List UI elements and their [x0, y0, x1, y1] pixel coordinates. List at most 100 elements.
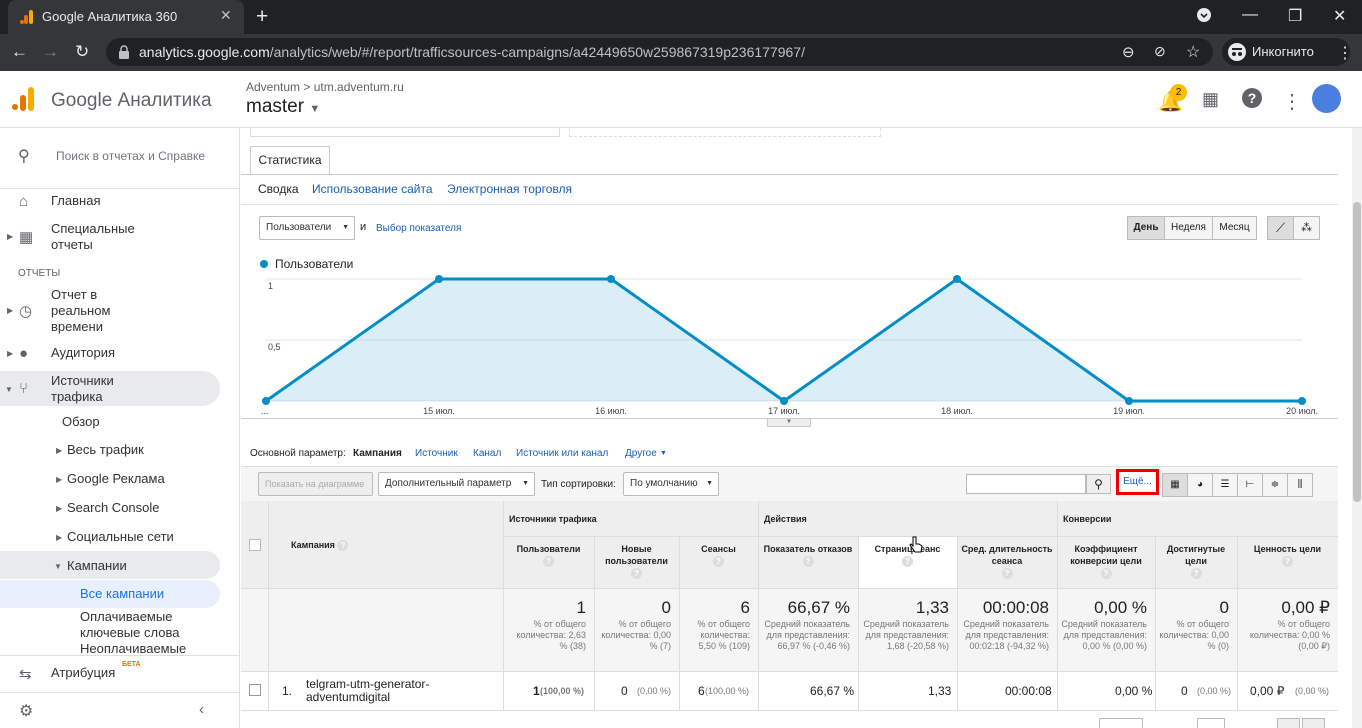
col-header[interactable]: Ценность цели?	[1241, 543, 1334, 567]
back-icon[interactable]: ←	[11, 42, 28, 62]
tab-search-icon[interactable]	[1197, 8, 1211, 27]
col-header[interactable]: Страниц/сеанс?	[862, 543, 953, 567]
metric-select[interactable]: Пользователи ▼	[259, 216, 355, 240]
zoom-icon[interactable]: ⊖	[1122, 43, 1135, 61]
data-point[interactable]	[953, 275, 961, 283]
eye-off-icon[interactable]: ⊘	[1154, 43, 1166, 60]
col-header[interactable]: Показатель отказов?	[762, 543, 854, 567]
sidebar-item-all-campaigns[interactable]: Все кампании	[80, 586, 164, 601]
next-page-button[interactable]	[1302, 718, 1325, 728]
help-icon[interactable]: ?	[802, 556, 814, 567]
sidebar-item-unpaid[interactable]: Неоплачиваемые	[80, 641, 186, 654]
sort-select[interactable]: По умолчанию ▼	[623, 472, 719, 496]
sidebar-item-overview[interactable]: Обзор	[62, 414, 100, 429]
row-checkbox[interactable]	[249, 684, 261, 696]
campaign-link[interactable]: telgram-utm-generator-adventumdigital	[306, 678, 486, 704]
help-icon[interactable]: ?	[713, 556, 724, 567]
subtab-site-usage[interactable]: Использование сайта	[312, 182, 433, 196]
period-month-button[interactable]: Месяц	[1212, 216, 1257, 240]
chart-resize-handle[interactable]: ▼	[767, 418, 811, 427]
plot-rows-button[interactable]: Показать на диаграмме	[258, 472, 373, 496]
help-icon[interactable]: ?	[543, 556, 554, 567]
help-icon[interactable]: ?	[631, 568, 642, 579]
tab-close-icon[interactable]: ✕	[220, 7, 232, 24]
help-icon[interactable]: ?	[1190, 568, 1202, 579]
dim-medium[interactable]: Канал	[473, 448, 501, 459]
new-tab-icon[interactable]: +	[256, 5, 268, 29]
data-point[interactable]	[1298, 397, 1306, 405]
data-point[interactable]	[607, 275, 615, 283]
help-icon[interactable]: ?	[337, 540, 349, 551]
sidebar-item-google-ads[interactable]: Google Реклама	[67, 471, 165, 486]
sidebar-item-home[interactable]: Главная	[51, 193, 100, 208]
more-vert-icon[interactable]: ⋮	[1282, 89, 1302, 114]
table-search-button[interactable]: ⚲	[1086, 474, 1111, 494]
sidebar-item-realtime[interactable]: Отчет в реальном времени	[51, 287, 141, 335]
tab-statistics[interactable]: Статистика	[250, 146, 330, 175]
choose-metric-link[interactable]: Выбор показателя	[376, 223, 461, 234]
col-header[interactable]: Сред. длительность сеанса?	[961, 543, 1053, 579]
help-icon[interactable]: ?	[1242, 88, 1262, 108]
data-point[interactable]	[435, 275, 443, 283]
segment-box[interactable]	[250, 128, 560, 137]
settings-gear-icon[interactable]: ⚙	[19, 701, 33, 721]
account-breadcrumb[interactable]: Adventum > utm.adventum.ru	[246, 80, 404, 94]
subtab-ecommerce[interactable]: Электронная торговля	[447, 182, 572, 196]
col-header[interactable]: Достигнутые цели?	[1159, 543, 1233, 579]
close-window-icon[interactable]: ✕	[1333, 6, 1346, 26]
view-performance-button[interactable]: ☰	[1212, 473, 1238, 497]
user-avatar[interactable]	[1312, 84, 1341, 113]
col-header[interactable]: Новые пользователи?	[598, 543, 675, 579]
view-comparison-button[interactable]: ⊢	[1237, 473, 1263, 497]
sidebar-item-acquisition[interactable]: Источники трафика	[51, 373, 161, 405]
col-header-campaign[interactable]: Кампания ?	[291, 540, 349, 551]
dim-other[interactable]: Другое	[625, 448, 657, 459]
sidebar-search-input[interactable]: Поиск в отчетах и Справке	[56, 149, 266, 169]
col-header[interactable]: Сеансы?	[683, 543, 754, 567]
prev-page-button[interactable]	[1277, 718, 1300, 728]
sidebar-item-all-traffic[interactable]: Весь трафик	[67, 442, 144, 457]
line-chart-button[interactable]: ⟋	[1267, 216, 1294, 240]
sidebar-item-custom-reports[interactable]: Специальные отчеты	[51, 221, 161, 253]
collapse-sidebar-icon[interactable]: ‹	[199, 701, 204, 718]
minimize-icon[interactable]: —	[1242, 6, 1258, 24]
goto-page-input[interactable]	[1197, 718, 1225, 728]
browser-menu-icon[interactable]: ⋮	[1337, 43, 1353, 63]
help-icon[interactable]: ?	[1100, 568, 1112, 579]
help-icon[interactable]: ?	[902, 556, 913, 567]
sidebar-item-social[interactable]: Социальные сети	[67, 529, 174, 544]
view-selector[interactable]: master ▼	[246, 96, 320, 118]
view-pie-button[interactable]: ◕	[1187, 473, 1213, 497]
bookmark-star-icon[interactable]: ☆	[1186, 42, 1200, 62]
apps-grid-icon[interactable]: ▦	[1202, 89, 1219, 110]
secondary-dim-select[interactable]: Дополнительный параметр ▼	[378, 472, 535, 496]
url-text[interactable]: analytics.google.com/analytics/web/#/rep…	[139, 44, 805, 60]
help-icon[interactable]: ?	[1001, 568, 1013, 579]
scrollbar-thumb[interactable]	[1353, 202, 1361, 502]
forward-icon[interactable]: →	[42, 42, 59, 62]
sidebar-item-paid-keywords[interactable]: Оплачиваемые ключевые слова	[80, 609, 210, 641]
view-term-cloud-button[interactable]: ≑	[1262, 473, 1288, 497]
view-pivot-button[interactable]: ⫼	[1287, 473, 1313, 497]
dim-source[interactable]: Источник	[415, 448, 458, 459]
browser-tab[interactable]: Google Аналитика 360 ✕	[8, 0, 244, 34]
view-table-button[interactable]: ▦	[1162, 473, 1188, 497]
rows-per-page-select[interactable]	[1099, 718, 1143, 728]
reload-icon[interactable]: ↻	[75, 42, 89, 62]
data-point[interactable]	[780, 397, 788, 405]
data-point[interactable]	[1125, 397, 1133, 405]
motion-chart-button[interactable]: ⁂	[1293, 216, 1320, 240]
table-search-input[interactable]	[966, 474, 1086, 494]
col-header[interactable]: Коэффициент конверсии цели?	[1061, 543, 1151, 579]
col-header[interactable]: Пользователи?	[507, 543, 590, 567]
subtab-summary[interactable]: Сводка	[258, 182, 299, 196]
data-point[interactable]	[262, 397, 270, 405]
period-week-button[interactable]: Неделя	[1164, 216, 1213, 240]
maximize-icon[interactable]: ❐	[1288, 6, 1302, 26]
sidebar-item-campaigns[interactable]: Кампании	[67, 558, 127, 573]
help-icon[interactable]: ?	[1282, 556, 1293, 567]
select-all-checkbox[interactable]	[249, 539, 261, 551]
dim-source-medium[interactable]: Источник или канал	[516, 448, 608, 459]
sidebar-item-audience[interactable]: Аудитория	[51, 345, 115, 360]
sidebar-item-search-console[interactable]: Search Console	[67, 500, 160, 515]
